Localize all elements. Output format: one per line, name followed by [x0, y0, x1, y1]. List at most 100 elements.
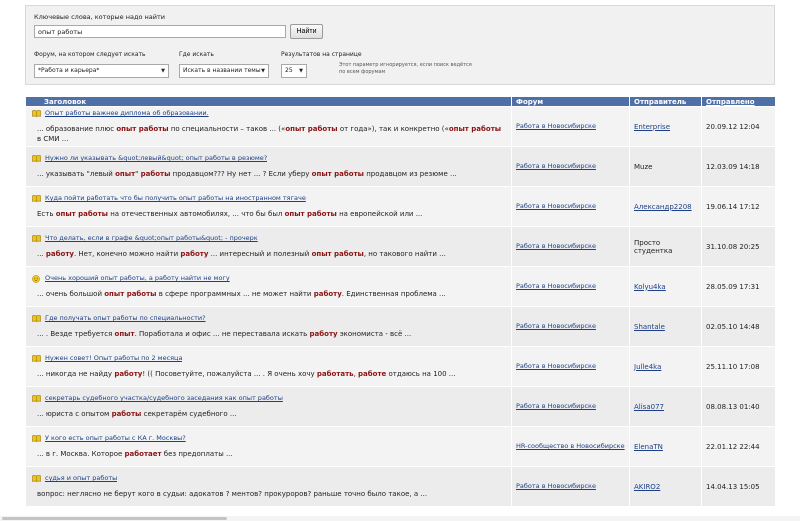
forum-cell: Работа в Новосибирске [511, 146, 630, 187]
highlighted-term: опыт работы [311, 250, 364, 258]
sender-link[interactable]: AKIRO2 [634, 483, 660, 491]
posted-date: 22.01.12 22:44 [701, 426, 776, 467]
forum-link[interactable]: Работа в Новосибирске [516, 242, 596, 250]
topic-title-line: судья и опыт работы [32, 474, 507, 482]
header-forum: Форум [511, 96, 630, 107]
table-row: Куда пойти работать что бы получить опыт… [25, 186, 776, 227]
sender-link[interactable]: Shantale [634, 323, 665, 331]
highlighted-term: работы [140, 170, 171, 178]
snippet-text: . Поработала и офис ... не переставала и… [134, 330, 310, 338]
forum-link[interactable]: Работа в Новосибирске [516, 282, 596, 290]
forum-link[interactable]: Работа в Новосибирске [516, 362, 596, 370]
topic-cell: секретарь судебного участка/судебного за… [25, 386, 512, 427]
snippet-text: отдаюсь на 100 ... [386, 370, 456, 378]
chevron-down-icon: ▼ [161, 68, 165, 74]
topic-title-line: Что делать, если в графе &quot;опыт рабо… [32, 234, 507, 242]
highlighted-term: работу [180, 250, 209, 258]
topic-cell: Что делать, если в графе &quot;опыт рабо… [25, 226, 512, 267]
sender-link[interactable]: Kolyu4ka [634, 283, 666, 291]
horizontal-scrollbar[interactable] [0, 516, 800, 521]
scrollbar-thumb[interactable] [2, 517, 227, 520]
find-button[interactable]: Найти [290, 24, 323, 39]
topic-cell: Нужен совет! Опыт работы по 2 месяца ... … [25, 346, 512, 387]
snippet-text: ... никогда не найду [37, 370, 115, 378]
book-icon [32, 234, 41, 242]
topic-snippet: ... в г. Москва. Которое работает без пр… [32, 449, 507, 459]
where-select[interactable]: Искать в названии темы ▼ [179, 64, 269, 78]
header-posted-sort-link[interactable]: Отправлено [701, 96, 776, 107]
sender-cell: Shantale [629, 306, 702, 347]
forum-cell: Работа в Новосибирске [511, 346, 630, 387]
sender-cell: Kolyu4ka [629, 266, 702, 307]
posted-date: 12.03.09 14:18 [701, 146, 776, 187]
sender-link[interactable]: Александр2208 [634, 203, 692, 211]
chevron-down-icon: ▼ [299, 68, 303, 74]
topic-cell: Очень хороший опыт работы, а работу найт… [25, 266, 512, 307]
forum-link[interactable]: Работа в Новосибирске [516, 122, 596, 130]
highlighted-term: работать [316, 370, 354, 378]
highlighted-term: опыт работы [284, 210, 337, 218]
topic-title-link[interactable]: Где получать опыт работы по специальност… [45, 314, 206, 322]
table-row: У кого есть опыт работы с КА г. Москвы?.… [25, 426, 776, 467]
posted-date: 14.04.13 15:05 [701, 466, 776, 507]
sender-link[interactable]: ElenaTN [634, 443, 663, 451]
topic-title-line: Нужно ли указывать &quot;левый&quot; опы… [32, 154, 507, 162]
topic-title-link[interactable]: У кого есть опыт работы с КА г. Москвы? [45, 434, 186, 442]
highlighted-term: работе [358, 370, 387, 378]
topic-title-link[interactable]: судья и опыт работы [45, 474, 117, 482]
snippet-text: вопрос: неглясно не берут кого в судьи: … [37, 490, 428, 498]
topic-title-link[interactable]: Куда пойти работать что бы получить опыт… [45, 194, 306, 202]
forum-label: Форум, на котором следует искать [34, 51, 146, 58]
table-row: Очень хороший опыт работы, а работу найт… [25, 266, 776, 307]
topic-title-link[interactable]: секретарь судебного участка/судебного за… [45, 394, 283, 402]
topic-snippet: ... никогда не найду работу! (( Посовету… [32, 369, 507, 379]
sender-link[interactable]: Alisa077 [634, 403, 664, 411]
book-icon [32, 109, 41, 117]
highlighted-term: опыт работы [104, 290, 157, 298]
snippet-text: Есть [37, 210, 56, 218]
forum-cell: Работа в Новосибирске [511, 306, 630, 347]
snippet-text: ... интересный и полезный [208, 250, 312, 258]
forum-link[interactable]: Работа в Новосибирске [516, 162, 596, 170]
keywords-input[interactable]: опыт работы [34, 25, 286, 38]
topic-title-line: секретарь судебного участка/судебного за… [32, 394, 507, 402]
topic-title-line: У кого есть опыт работы с КА г. Москвы? [32, 434, 507, 442]
topic-title-link[interactable]: Очень хороший опыт работы, а работу найт… [45, 274, 230, 282]
snippet-text: . Нет, конечно можно найти [73, 250, 181, 258]
snippet-text: в сфере программных ... не может найти [156, 290, 314, 298]
highlighted-term: опыт [114, 330, 135, 338]
topic-snippet: ... работу. Нет, конечно можно найти раб… [32, 249, 507, 259]
topic-title-line: Где получать опыт работы по специальност… [32, 314, 507, 322]
book-icon [32, 474, 41, 482]
highlighted-term: работу [45, 250, 74, 258]
forum-link[interactable]: Работа в Новосибирске [516, 202, 596, 210]
per-page-note: Этот параметр игнорируется, если поиск в… [339, 62, 472, 75]
results-table: Заголовок Форум Отправитель Отправлено О… [25, 96, 776, 507]
sender-link[interactable]: Julle4ka [634, 363, 661, 371]
forum-select[interactable]: *Работа и карьера* ▼ [34, 64, 169, 78]
table-row: Нужен совет! Опыт работы по 2 месяца ... … [25, 346, 776, 387]
posted-date: 02.05.10 14:48 [701, 306, 776, 347]
sender-link[interactable]: Enterprise [634, 123, 670, 131]
forum-select-value: *Работа и карьера* [38, 67, 100, 74]
snippet-text: на отечественных автомобилях, ... что бы… [108, 210, 285, 218]
forum-link[interactable]: HR-сообщество в Новосибирске [516, 442, 625, 450]
keywords-label: Ключевые слова, которые надо найти [34, 13, 165, 21]
highlighted-term: работу [114, 370, 143, 378]
topic-title-link[interactable]: Опыт работы важнее диплома об образовани… [45, 109, 209, 117]
table-row: судья и опыт работы вопрос: неглясно не б… [25, 466, 776, 507]
forum-link[interactable]: Работа в Новосибирске [516, 322, 596, 330]
topic-title-link[interactable]: Что делать, если в графе &quot;опыт рабо… [45, 234, 258, 242]
forum-link[interactable]: Работа в Новосибирске [516, 482, 596, 490]
snippet-text: ... в г. Москва. Которое [37, 450, 125, 458]
topic-cell: Где получать опыт работы по специальност… [25, 306, 512, 347]
book-icon [32, 434, 41, 442]
results-header-row: Заголовок Форум Отправитель Отправлено [25, 96, 776, 107]
topic-title-link[interactable]: Нужен совет! Опыт работы по 2 месяца [45, 354, 182, 362]
topic-title-line: Куда пойти работать что бы получить опыт… [32, 194, 507, 202]
forum-link[interactable]: Работа в Новосибирске [516, 402, 596, 410]
topic-title-link[interactable]: Нужно ли указывать &quot;левый&quot; опы… [45, 154, 267, 162]
sender-cell: Muze [629, 146, 702, 187]
forum-cell: Работа в Новосибирске [511, 466, 630, 507]
per-page-select[interactable]: 25 ▼ [281, 64, 307, 78]
